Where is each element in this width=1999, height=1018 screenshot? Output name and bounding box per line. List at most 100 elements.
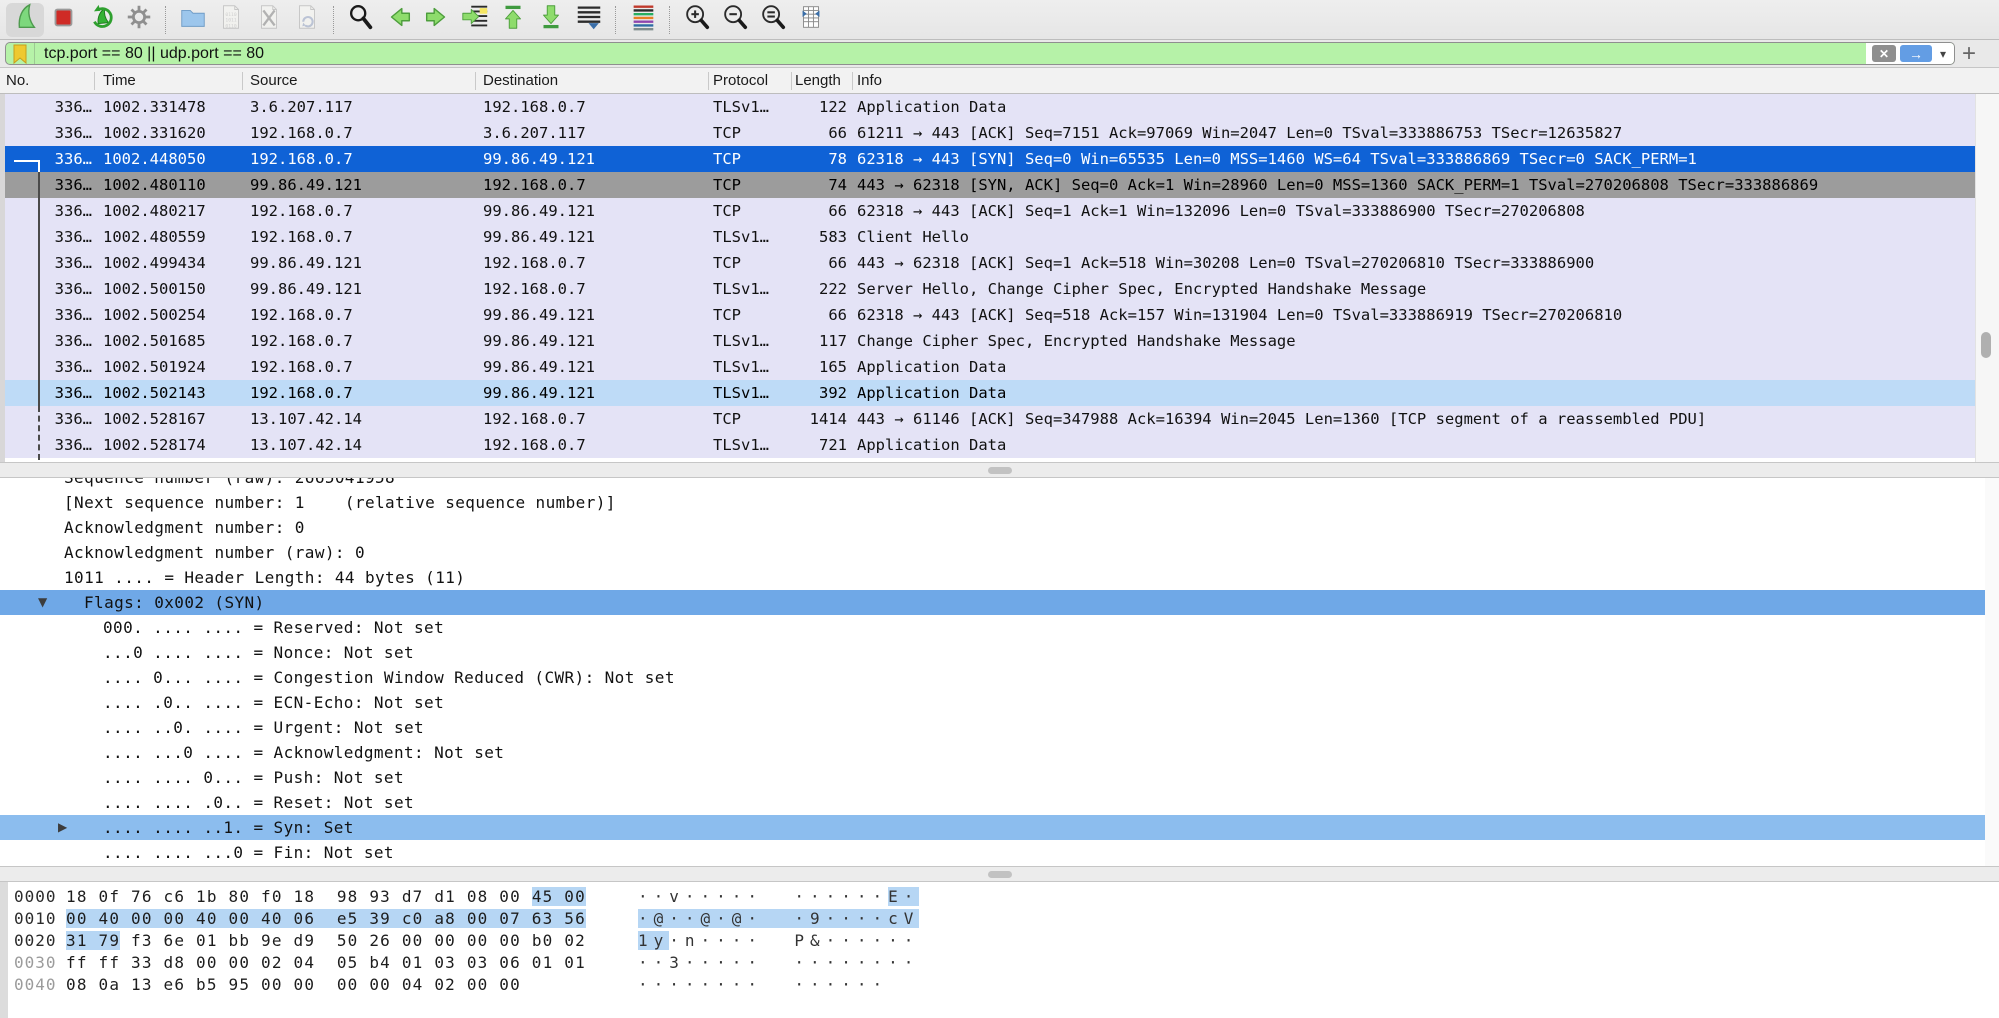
display-filter-input[interactable]: tcp.port == 80 || udp.port == 80 ✕ → ▾ [5, 42, 1955, 65]
splitter-grip-icon[interactable] [988, 467, 1012, 474]
save-file-button[interactable]: 011010110110 [212, 3, 250, 37]
auto-scroll-button[interactable] [570, 3, 608, 37]
packet-row[interactable]: 336…1002.501685192.168.0.799.86.49.121TL… [0, 328, 1976, 354]
detail-line[interactable]: Acknowledgment number (raw): 0 [0, 540, 1999, 565]
detail-line[interactable]: .... 0... .... = Congestion Window Reduc… [0, 665, 1999, 690]
column-header-protocol[interactable]: Protocol [713, 72, 768, 89]
find-packet-button[interactable] [342, 3, 380, 37]
cell-len: 66 [745, 302, 847, 328]
filter-add-button[interactable]: + [1962, 41, 1976, 67]
hex-row[interactable]: 002031 79 f3 6e 01 bb 9e d9 50 26 00 00 … [0, 930, 1999, 952]
packet-list-scrollbar-thumb[interactable] [1981, 332, 1991, 358]
column-header-destination[interactable]: Destination [483, 72, 558, 89]
pane-splitter[interactable] [0, 462, 1999, 478]
detail-line[interactable]: Acknowledgment number: 0 [0, 515, 1999, 540]
packet-row[interactable]: 336…1002.501924192.168.0.799.86.49.121TL… [0, 354, 1976, 380]
column-divider[interactable] [242, 72, 243, 90]
go-forward-button[interactable] [418, 3, 456, 37]
packet-row[interactable]: 336…1002.502143192.168.0.799.86.49.121TL… [0, 380, 1976, 406]
detail-line[interactable]: .... .... ...0 = Fin: Not set [0, 840, 1999, 865]
go-to-packet-button[interactable] [456, 3, 494, 37]
filter-apply-button[interactable]: → [1900, 45, 1932, 62]
go-back-button[interactable] [380, 3, 418, 37]
packet-row[interactable]: 336…1002.3314783.6.207.117192.168.0.7TLS… [0, 94, 1976, 120]
packet-row[interactable]: 336…1002.500254192.168.0.799.86.49.121TC… [0, 302, 1976, 328]
hex-ascii[interactable]: ··v····· ······E· [638, 886, 919, 908]
detail-line[interactable]: Sequence number (raw): 2665041958 [0, 478, 1999, 490]
open-file-button[interactable] [174, 3, 212, 37]
hex-bytes[interactable]: ff ff 33 d8 00 00 02 04 05 b4 01 03 03 0… [66, 952, 586, 974]
column-divider[interactable] [708, 72, 709, 90]
packet-row[interactable]: 336…1002.480559192.168.0.799.86.49.121TL… [0, 224, 1976, 250]
detail-line-selected[interactable]: ▼Flags: 0x002 (SYN) [0, 590, 1985, 615]
detail-line[interactable]: ...0 .... .... = Nonce: Not set [0, 640, 1999, 665]
pane-splitter[interactable] [0, 866, 1999, 882]
detail-line[interactable]: 1011 .... = Header Length: 44 bytes (11) [0, 565, 1999, 590]
capture-options-button[interactable] [120, 3, 158, 37]
hex-row[interactable]: 004008 0a 13 e6 b5 95 00 00 00 00 04 02 … [0, 974, 1999, 996]
column-header-info[interactable]: Info [857, 72, 882, 89]
filter-bookmark-icon[interactable] [6, 43, 35, 64]
cell-len: 721 [745, 432, 847, 458]
filter-clear-button[interactable]: ✕ [1872, 45, 1896, 62]
cell-len: 74 [745, 172, 847, 198]
hex-row[interactable]: 001000 40 00 00 40 00 40 06 e5 39 c0 a8 … [0, 908, 1999, 930]
zoom-out-button[interactable] [716, 3, 754, 37]
detail-line[interactable]: .... .0.. .... = ECN-Echo: Not set [0, 690, 1999, 715]
packet-row[interactable]: 336…1002.480217192.168.0.799.86.49.121TC… [0, 198, 1976, 224]
hex-ascii[interactable]: ··3····· ········ [638, 952, 919, 974]
hex-row[interactable]: 0030 ff ff 33 d8 00 00 02 04 05 b4 01 03 … [0, 952, 1999, 974]
column-divider[interactable] [94, 72, 95, 90]
hex-bytes[interactable]: 08 0a 13 e6 b5 95 00 00 00 00 04 02 00 0… [66, 974, 521, 996]
hex-bytes[interactable]: 00 40 00 00 40 00 40 06 e5 39 c0 a8 00 0… [66, 908, 586, 930]
filter-dropdown-chevron-icon[interactable]: ▾ [1936, 47, 1946, 61]
hex-bytes[interactable]: 18 0f 76 c6 1b 80 f0 18 98 93 d7 d1 08 0… [66, 886, 586, 908]
hex-ascii[interactable]: ·@··@·@· ·9····cV [638, 908, 919, 930]
detail-line[interactable]: .... .... .0.. = Reset: Not set [0, 790, 1999, 815]
packet-row[interactable]: 336…1002.448050192.168.0.799.86.49.121TC… [0, 146, 1976, 172]
packet-row[interactable]: 336…1002.331620192.168.0.73.6.207.117TCP… [0, 120, 1976, 146]
close-file-button[interactable] [250, 3, 288, 37]
detail-line[interactable]: [Next sequence number: 1 (relative seque… [0, 490, 1999, 515]
column-header-length[interactable]: Length [795, 72, 841, 89]
packet-list-header: No. Time Source Destination Protocol Len… [0, 68, 1999, 94]
details-scrollbar-track[interactable] [1985, 478, 1999, 866]
restart-capture-button[interactable] [82, 3, 120, 37]
packet-row[interactable]: 336…1002.48011099.86.49.121192.168.0.7TC… [0, 172, 1976, 198]
zoom-in-button[interactable] [678, 3, 716, 37]
detail-line-related[interactable]: ▶.... .... ..1. = Syn: Set [0, 815, 1985, 840]
go-last-packet-button[interactable] [532, 3, 570, 37]
packet-row[interactable]: 336…1002.52817413.107.42.14192.168.0.7TL… [0, 432, 1976, 458]
packet-row[interactable]: 336…1002.49943499.86.49.121192.168.0.7TC… [0, 250, 1976, 276]
column-divider[interactable] [791, 72, 792, 90]
filter-expression-text[interactable]: tcp.port == 80 || udp.port == 80 [35, 45, 1866, 63]
start-capture-button[interactable] [6, 3, 44, 37]
detail-line[interactable]: .... ...0 .... = Acknowledgment: Not set [0, 740, 1999, 765]
reload-file-button[interactable] [288, 3, 326, 37]
detail-line[interactable]: .... ..0. .... = Urgent: Not set [0, 715, 1999, 740]
stop-capture-button[interactable] [44, 3, 82, 37]
hex-ascii[interactable]: 1y·n···· P&······ [638, 930, 919, 952]
colorize-button[interactable] [624, 3, 662, 37]
detail-line[interactable]: 000. .... .... = Reserved: Not set [0, 615, 1999, 640]
column-divider[interactable] [852, 72, 853, 90]
hex-offset: 0030 [14, 952, 57, 974]
expander-closed-icon[interactable]: ▶ [58, 815, 68, 840]
column-divider[interactable] [475, 72, 476, 90]
resize-columns-button[interactable] [792, 3, 830, 37]
column-header-source[interactable]: Source [250, 72, 298, 89]
packet-row[interactable]: 336…1002.52816713.107.42.14192.168.0.7TC… [0, 406, 1976, 432]
hex-bytes[interactable]: 31 79 f3 6e 01 bb 9e d9 50 26 00 00 00 0… [66, 930, 586, 952]
hex-row[interactable]: 000018 0f 76 c6 1b 80 f0 18 98 93 d7 d1 … [0, 886, 1999, 908]
column-header-no[interactable]: No. [6, 72, 29, 89]
hex-ascii[interactable]: ········ ······ [638, 974, 888, 996]
expander-open-icon[interactable]: ▼ [38, 590, 48, 615]
column-header-time[interactable]: Time [103, 72, 136, 89]
cell-info: Application Data [857, 380, 1974, 406]
go-first-packet-button[interactable] [494, 3, 532, 37]
zoom-reset-button[interactable] [754, 3, 792, 37]
detail-line[interactable]: .... .... 0... = Push: Not set [0, 765, 1999, 790]
packet-list-scrollbar-track[interactable] [1975, 94, 1999, 462]
packet-row[interactable]: 336…1002.50015099.86.49.121192.168.0.7TL… [0, 276, 1976, 302]
splitter-grip-icon[interactable] [988, 871, 1012, 878]
